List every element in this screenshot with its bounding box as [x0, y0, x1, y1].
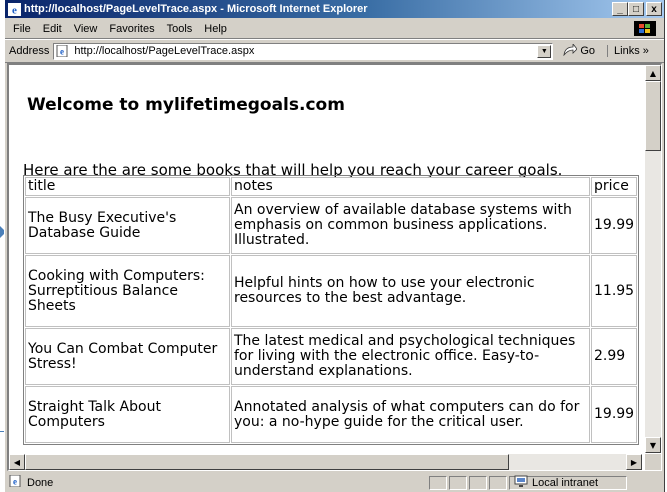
- menu-view[interactable]: View: [68, 23, 104, 35]
- cell-title: The Busy Executive's Database Guide: [25, 197, 230, 254]
- cell-title: Straight Talk About Computers: [25, 386, 230, 443]
- svg-text:e: e: [13, 477, 17, 487]
- menu-favorites[interactable]: Favorites: [103, 23, 160, 35]
- scroll-down-icon[interactable]: ▼: [645, 437, 661, 453]
- done-page-icon: e: [9, 474, 23, 490]
- books-table: title notes price The Busy Executive's D…: [23, 175, 640, 445]
- menu-help[interactable]: Help: [198, 23, 233, 35]
- cell-price: 11.95: [591, 255, 638, 327]
- status-text: Done: [27, 476, 54, 489]
- scroll-right-icon[interactable]: ▶: [626, 454, 642, 470]
- window-title: http://localhost/PageLevelTrace.aspx - M…: [24, 3, 368, 15]
- menu-tools[interactable]: Tools: [161, 23, 199, 35]
- horizontal-scroll-thumb[interactable]: [25, 454, 509, 470]
- table-row: The Busy Executive's Database Guide An o…: [25, 197, 638, 254]
- vertical-scroll-thumb[interactable]: [645, 81, 661, 151]
- menu-bar: File Edit View Favorites Tools Help: [5, 19, 664, 39]
- cell-price: 2.99: [591, 328, 638, 385]
- vertical-scrollbar[interactable]: ▲ ▼: [645, 65, 661, 453]
- table-row: Straight Talk About Computers Annotated …: [25, 386, 638, 443]
- svg-text:e: e: [60, 47, 64, 57]
- scroll-up-icon[interactable]: ▲: [645, 65, 661, 81]
- page-content: Welcome to mylifetimegoals.com Here are …: [9, 65, 642, 453]
- header-price: price: [591, 177, 638, 196]
- zone-text: Local intranet: [532, 476, 599, 489]
- browser-window: e http://localhost/PageLevelTrace.aspx -…: [4, 0, 665, 492]
- ie-logo-icon: e: [7, 2, 21, 16]
- cell-notes: An overview of available database system…: [231, 197, 590, 254]
- address-input[interactable]: e http://localhost/PageLevelTrace.aspx ▼: [53, 42, 554, 60]
- status-pane: [489, 475, 507, 490]
- cell-price: 19.99: [591, 197, 638, 254]
- table-header-row: title notes price: [25, 177, 638, 196]
- minimize-button[interactable]: _: [612, 2, 628, 16]
- zone-pane: Local intranet: [509, 475, 627, 490]
- maximize-button[interactable]: □: [628, 2, 644, 16]
- status-pane: [429, 475, 447, 490]
- intranet-icon: [514, 475, 528, 490]
- svg-text:e: e: [12, 4, 17, 16]
- address-bar: Address e http://localhost/PageLevelTrac…: [5, 39, 664, 63]
- links-button[interactable]: Links »: [607, 45, 649, 57]
- address-label: Address: [9, 45, 50, 57]
- windows-logo-icon: [634, 21, 656, 36]
- status-bar: e Done Local intranet: [5, 473, 664, 492]
- cell-notes: The latest medical and psychological tec…: [231, 328, 590, 385]
- go-label: Go: [580, 45, 596, 57]
- address-url: http://localhost/PageLevelTrace.aspx: [74, 45, 255, 57]
- header-notes: notes: [231, 177, 590, 196]
- status-pane: [469, 475, 487, 490]
- title-bar[interactable]: e http://localhost/PageLevelTrace.aspx -…: [5, 0, 664, 18]
- dropdown-arrow-icon[interactable]: ▼: [537, 44, 552, 58]
- page-icon: e: [56, 45, 70, 58]
- cell-title: You Can Combat Computer Stress!: [25, 328, 230, 385]
- horizontal-scrollbar[interactable]: ◀ ▶: [9, 454, 642, 470]
- go-button[interactable]: Go: [563, 42, 596, 59]
- table-row: Cooking with Computers: Surreptitious Ba…: [25, 255, 638, 327]
- scroll-left-icon[interactable]: ◀: [9, 454, 25, 470]
- cell-price: 19.99: [591, 386, 638, 443]
- close-button[interactable]: x: [646, 2, 662, 16]
- page-viewport: Welcome to mylifetimegoals.com Here are …: [7, 63, 662, 471]
- cell-notes: Helpful hints on how to use your electro…: [231, 255, 590, 327]
- menu-edit[interactable]: Edit: [37, 23, 68, 35]
- status-pane: [449, 475, 467, 490]
- cell-title: Cooking with Computers: Surreptitious Ba…: [25, 255, 230, 327]
- go-arrow-icon: [563, 42, 578, 59]
- header-title: title: [25, 177, 230, 196]
- page-heading: Welcome to mylifetimegoals.com: [27, 95, 345, 115]
- cell-notes: Annotated analysis of what computers can…: [231, 386, 590, 443]
- table-row: You Can Combat Computer Stress! The late…: [25, 328, 638, 385]
- scroll-corner: [645, 454, 661, 470]
- menu-file[interactable]: File: [5, 23, 37, 35]
